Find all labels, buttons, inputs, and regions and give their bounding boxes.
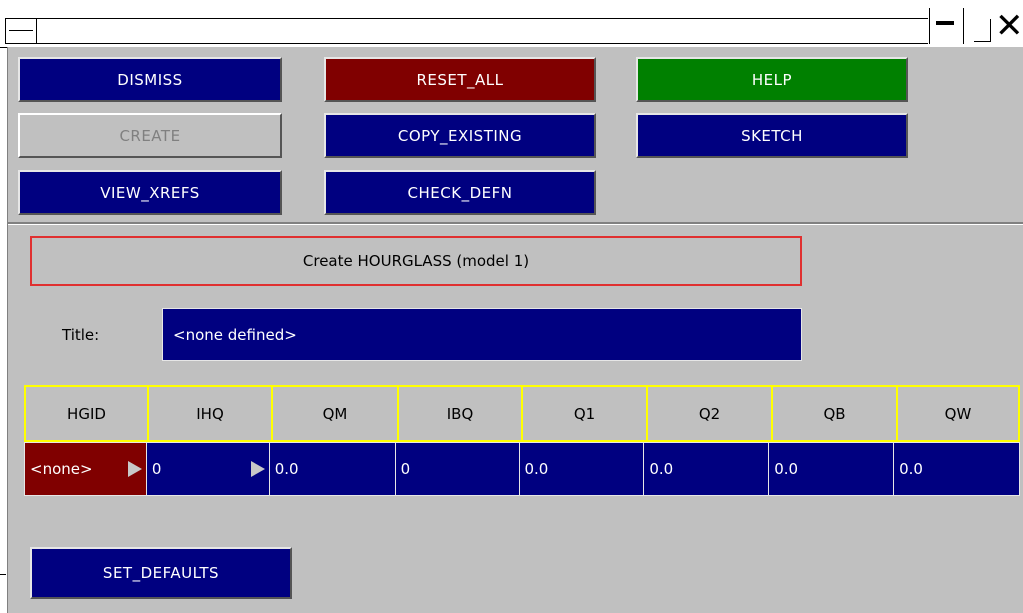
close-icon[interactable]: ✕ [995,8,1023,44]
hgid-value: <none> [30,460,93,478]
q1-field[interactable]: 0.0 [518,442,645,496]
popup-arrow-icon[interactable] [127,461,142,477]
sketch-button[interactable]: SKETCH [636,113,908,158]
table-header-row: HGID IHQ QM IBQ Q1 Q2 QB QW [24,385,1020,442]
column-header-ihq: IHQ [147,385,273,442]
minimize-icon[interactable] [929,8,959,44]
ihq-value: 0 [151,460,162,478]
ihq-field[interactable]: 0 [145,442,270,496]
window-menu-button[interactable] [5,18,37,44]
column-header-qm: QM [271,385,399,442]
qw-field[interactable]: 0.0 [893,442,1020,496]
column-header-hgid: HGID [24,385,149,442]
frame-tick [0,574,6,575]
column-header-qb: QB [771,385,898,442]
title-strip [37,18,928,44]
popup-arrow-icon[interactable] [250,461,265,477]
column-header-ibq: IBQ [397,385,523,442]
ibq-field[interactable]: 0 [394,442,520,496]
maximize-icon[interactable] [963,8,993,44]
panel-header: Create HOURGLASS (model 1) [30,236,802,286]
qm-field[interactable]: 0.0 [268,442,396,496]
window-titlebar: ✕ [0,0,1023,48]
reset-all-button[interactable]: RESET_ALL [324,57,596,102]
help-button[interactable]: HELP [636,57,908,102]
set-defaults-button[interactable]: SET_DEFAULTS [30,547,292,599]
qb-field[interactable]: 0.0 [768,442,895,496]
column-header-q1: Q1 [521,385,648,442]
check-defn-button[interactable]: CHECK_DEFN [324,170,596,215]
title-field[interactable]: <none defined> [162,308,802,361]
copy-existing-button[interactable]: COPY_EXISTING [324,113,596,158]
q2-field[interactable]: 0.0 [643,442,770,496]
create-button[interactable]: CREATE [18,113,282,158]
title-label: Title: [62,326,100,344]
column-header-qw: QW [896,385,1020,442]
column-header-q2: Q2 [646,385,773,442]
section-divider [8,222,1023,225]
hgid-field[interactable]: <none> [24,442,147,496]
table-row: <none> 0 0.0 0 0.0 0.0 0.0 0.0 [24,442,1020,496]
view-xrefs-button[interactable]: VIEW_XREFS [18,170,282,215]
dismiss-button[interactable]: DISMISS [18,57,282,102]
